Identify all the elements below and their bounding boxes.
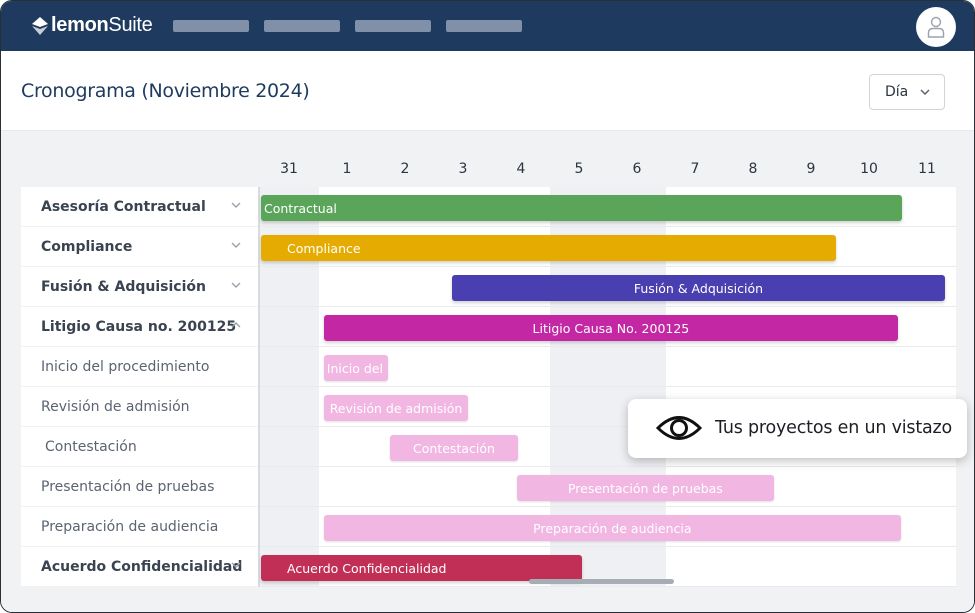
bar-label: Litigio Causa No. 200125	[532, 320, 690, 336]
bar-label: Preparación de audiencia	[533, 520, 692, 536]
project-task-row[interactable]: Contestación	[21, 427, 258, 466]
row-label-text: Preparación de audiencia	[41, 518, 219, 535]
project-group-row[interactable]: Litigio Causa no. 200125	[21, 307, 258, 346]
project-bar[interactable]: Fusión & Adquisición	[451, 275, 945, 301]
day-label: 31	[280, 161, 298, 177]
eye-icon	[656, 416, 702, 440]
project-bar[interactable]: Acuerdo Confidencialidad	[261, 555, 582, 581]
row-label-text: Asesoría Contractual	[41, 198, 206, 215]
project-task-row[interactable]: Revisión de admisión	[21, 387, 258, 426]
row-label-text: Litigio Causa no. 200125	[41, 318, 237, 335]
row-label-text: Contestación	[45, 438, 137, 455]
row-label-text: Compliance	[41, 238, 133, 255]
row-gridline	[260, 306, 956, 307]
user-avatar[interactable]	[916, 7, 956, 47]
day-label: 6	[632, 161, 642, 177]
tooltip-text: Tus proyectos en un vistazo	[715, 418, 953, 438]
chevron-up-icon[interactable]	[231, 322, 241, 328]
project-group-row[interactable]: Fusión & Adquisición	[21, 267, 258, 306]
bar-label: Inicio del p	[326, 360, 389, 376]
day-label: 7	[690, 161, 700, 177]
task-bar[interactable]: Contestación	[389, 435, 519, 461]
app-window: lemonSuite Cronograma (Noviembre 2024) D…	[0, 0, 975, 613]
nav-item-3[interactable]	[355, 20, 431, 32]
view-mode-value: Día	[885, 84, 909, 100]
nav-item-4[interactable]	[446, 20, 522, 32]
project-task-row[interactable]: Inicio del procedimiento	[21, 347, 258, 386]
row-gridline	[260, 506, 956, 507]
day-label: 8	[748, 161, 758, 177]
project-task-row[interactable]: Preparación de audiencia	[21, 507, 258, 546]
task-bar[interactable]: Revisión de admisión	[323, 395, 469, 421]
task-bar[interactable]: Inicio del p	[323, 355, 389, 381]
row-gridline	[260, 466, 956, 467]
chevron-down-icon	[920, 89, 930, 95]
nav-item-2[interactable]	[264, 20, 340, 32]
project-bar[interactable]: Litigio Causa No. 200125	[323, 315, 898, 341]
row-gridline	[260, 586, 956, 587]
task-bar[interactable]: Preparación de audiencia	[323, 515, 901, 541]
day-label: 10	[860, 161, 878, 177]
lemonsuite-logo[interactable]: lemonSuite	[32, 14, 153, 37]
row-label-text: Acuerdo Confidencialidad	[41, 558, 243, 575]
row-gridline	[260, 346, 956, 347]
project-group-row[interactable]: Acuerdo Confidencialidad	[21, 547, 258, 586]
row-label-text: Revisión de admisión	[41, 398, 190, 415]
day-label: 2	[400, 161, 410, 177]
lemon-logo-icon	[32, 16, 48, 35]
project-bar[interactable]: Compliance	[261, 235, 836, 261]
bar-label: Contestación	[413, 440, 495, 456]
column-divider[interactable]	[258, 187, 260, 587]
row-label-text: Inicio del procedimiento	[41, 358, 210, 375]
horizontal-scrollbar[interactable]	[529, 579, 674, 584]
project-bar[interactable]: Contractual	[261, 195, 903, 221]
bar-label: Compliance	[287, 240, 361, 256]
bar-label: Acuerdo Confidencialidad	[287, 560, 447, 576]
chevron-down-icon[interactable]	[231, 242, 241, 248]
day-label: 9	[806, 161, 816, 177]
view-mode-select[interactable]: Día	[869, 74, 945, 110]
bar-label: Presentación de pruebas	[567, 480, 723, 496]
day-label: 1	[342, 161, 352, 177]
day-label: 3	[458, 161, 468, 177]
task-bar[interactable]: Presentación de pruebas	[516, 475, 774, 501]
page-title: Cronograma (Noviembre 2024)	[21, 80, 310, 102]
chevron-down-icon[interactable]	[231, 282, 241, 288]
bar-label: Fusión & Adquisición	[633, 280, 764, 296]
logo-text: lemonSuite	[51, 14, 153, 36]
row-label-text: Fusión & Adquisición	[41, 278, 206, 295]
chevron-down-icon[interactable]	[231, 562, 241, 568]
project-task-row[interactable]: Presentación de pruebas	[21, 467, 258, 506]
day-label: 11	[918, 161, 936, 177]
nav-item-1[interactable]	[173, 20, 249, 32]
page-header: Cronograma (Noviembre 2024) Día	[1, 51, 974, 131]
chevron-down-icon[interactable]	[231, 202, 241, 208]
feature-tooltip: Tus proyectos en un vistazo	[628, 399, 967, 458]
project-group-row[interactable]: Compliance	[21, 227, 258, 266]
day-label: 4	[516, 161, 526, 177]
bar-label: Revisión de admisión	[329, 400, 463, 416]
user-icon	[927, 16, 945, 38]
row-gridline	[260, 226, 956, 227]
top-navigation-bar: lemonSuite	[1, 1, 974, 51]
row-gridline	[260, 546, 956, 547]
row-gridline	[260, 386, 956, 387]
project-group-row[interactable]: Asesoría Contractual	[21, 187, 258, 226]
row-gridline	[260, 266, 956, 267]
row-label-text: Presentación de pruebas	[41, 478, 215, 495]
bar-label: Contractual	[264, 200, 337, 216]
day-label: 5	[574, 161, 584, 177]
